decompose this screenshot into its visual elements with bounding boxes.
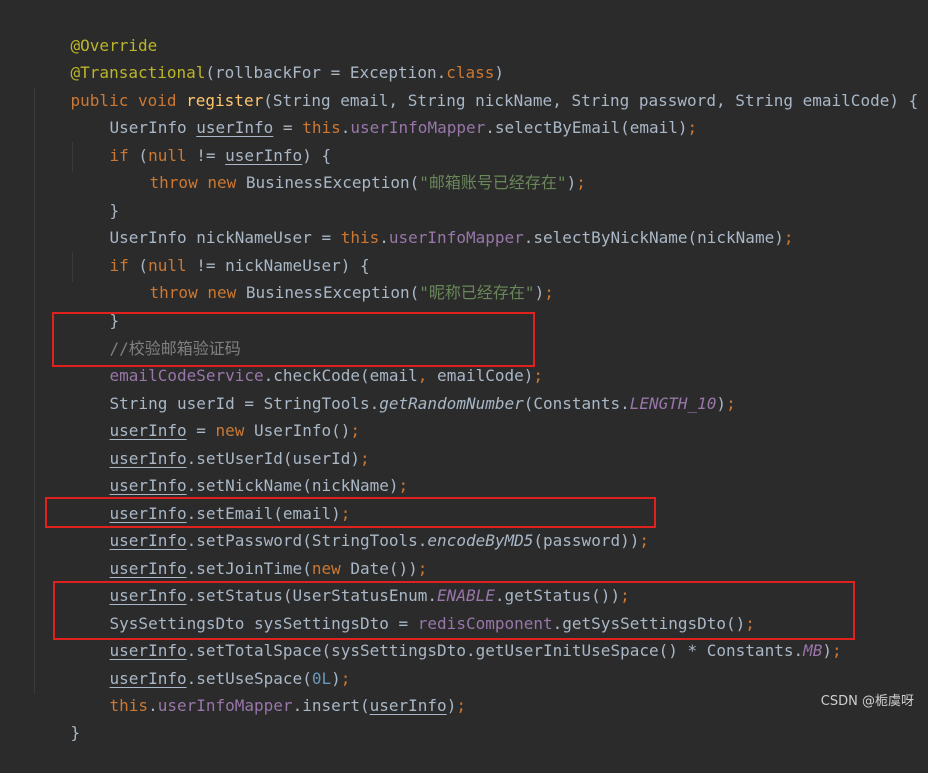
code-line: throw new BusinessException("昵称已经存在"); [149,283,554,302]
code-line: @Transactional(rollbackFor = Exception.c… [70,63,505,82]
code-line: } [70,723,81,742]
highlight-box-verify-code [52,312,535,367]
highlight-box-set-password [45,497,656,528]
highlight-box-total-space [53,581,855,640]
code-line: userInfo.setUserId(userId); [109,449,370,468]
code-line: throw new BusinessException("邮箱账号已经存在"); [149,173,586,192]
indent-guide [34,88,35,694]
code-line: userInfo = new UserInfo(); [109,421,361,440]
code-line: userInfo.setJoinTime(new Date()); [109,559,428,578]
code-line: userInfo.setNickName(nickName); [109,476,409,495]
code-line: } [109,201,120,220]
code-line: @Override [70,36,158,55]
code-line: userInfo.setStatus(UserStatusEnum.ENABLE… [109,586,630,605]
code-line: public void register(String email, Strin… [70,91,919,110]
code-line: UserInfo nickNameUser = this.userInfoMap… [109,228,794,247]
code-line: userInfo.setUseSpace(0L); [109,669,351,688]
code-editor[interactable]: @Override @Transactional(rollbackFor = E… [0,0,928,742]
code-line: userInfo.setEmail(email); [109,504,351,523]
code-line: String userId = StringTools.getRandomNum… [109,394,736,413]
watermark: CSDN @栀虞呀 [820,694,914,709]
code-line: UserInfo userInfo = this.userInfoMapper.… [109,118,698,137]
code-line: this.userInfoMapper.insert(userInfo); [109,696,466,715]
code-line: if (null != userInfo) { [109,146,332,165]
code-line: if (null != nickNameUser) { [109,256,370,275]
code-line: } [109,311,120,330]
